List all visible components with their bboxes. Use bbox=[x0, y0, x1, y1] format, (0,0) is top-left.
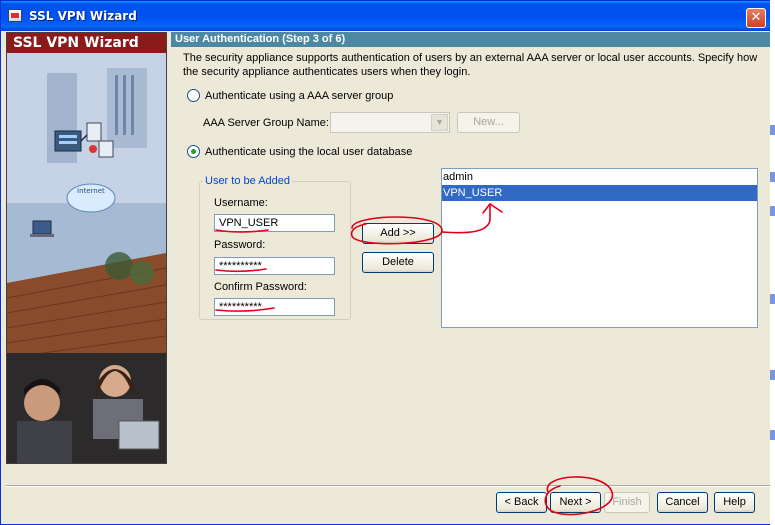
local-radio-row[interactable]: Authenticate using the local user databa… bbox=[187, 145, 412, 158]
next-button[interactable]: Next > bbox=[550, 492, 601, 513]
network-server-icon bbox=[54, 130, 82, 152]
password-input[interactable]: ********** bbox=[214, 257, 335, 275]
aaa-radio-row[interactable]: Authenticate using a AAA server group bbox=[187, 89, 393, 102]
aaa-group-label: AAA Server Group Name: bbox=[203, 117, 329, 129]
list-item[interactable]: admin bbox=[442, 169, 757, 185]
back-button[interactable]: < Back bbox=[496, 492, 547, 513]
aaa-group-select[interactable]: ▼ bbox=[330, 112, 450, 133]
confirm-password-input[interactable]: ********** bbox=[214, 298, 335, 316]
wizard-window: SSL VPN Wizard ✕ SSL VPN Wizard Internet… bbox=[0, 0, 775, 525]
laptop-icon bbox=[30, 220, 54, 237]
step-header: User Authentication (Step 3 of 6) bbox=[171, 32, 771, 47]
internet-cloud-label: Internet bbox=[77, 187, 105, 195]
app-icon bbox=[8, 9, 22, 22]
desktop-background-strip bbox=[770, 0, 775, 525]
username-label: Username: bbox=[214, 197, 268, 209]
local-db-radio-label: Authenticate using the local user databa… bbox=[205, 145, 413, 158]
cancel-button[interactable]: Cancel bbox=[657, 492, 708, 513]
confirm-password-label: Confirm Password: bbox=[214, 281, 307, 293]
chevron-down-icon[interactable]: ▼ bbox=[431, 114, 448, 131]
delete-user-button[interactable]: Delete bbox=[362, 252, 434, 273]
help-button[interactable]: Help bbox=[714, 492, 755, 513]
local-db-radio[interactable] bbox=[187, 145, 200, 158]
title-bar: SSL VPN Wizard ✕ bbox=[1, 1, 771, 31]
add-user-button[interactable]: Add >> bbox=[362, 223, 434, 244]
footer-divider bbox=[6, 485, 771, 487]
user-to-add-group-title: User to be Added bbox=[203, 175, 293, 187]
list-item[interactable]: VPN_USER bbox=[442, 185, 757, 201]
user-list[interactable]: admin VPN_USER bbox=[441, 168, 758, 328]
window-title: SSL VPN Wizard bbox=[29, 9, 137, 23]
left-panel-title: SSL VPN Wizard bbox=[7, 33, 166, 53]
finish-button[interactable]: Finish bbox=[604, 492, 650, 513]
username-input[interactable]: VPN_USER bbox=[214, 214, 335, 232]
password-label: Password: bbox=[214, 239, 266, 251]
wizard-illustration-panel: SSL VPN Wizard Internet bbox=[6, 32, 167, 464]
wizard-illustration: Internet bbox=[7, 53, 166, 463]
close-button[interactable]: ✕ bbox=[746, 8, 766, 28]
step-description: The security appliance supports authenti… bbox=[183, 52, 758, 78]
new-aaa-group-button[interactable]: New... bbox=[457, 112, 520, 133]
aaa-server-radio[interactable] bbox=[187, 89, 200, 102]
aaa-server-radio-label: Authenticate using a AAA server group bbox=[205, 89, 394, 102]
